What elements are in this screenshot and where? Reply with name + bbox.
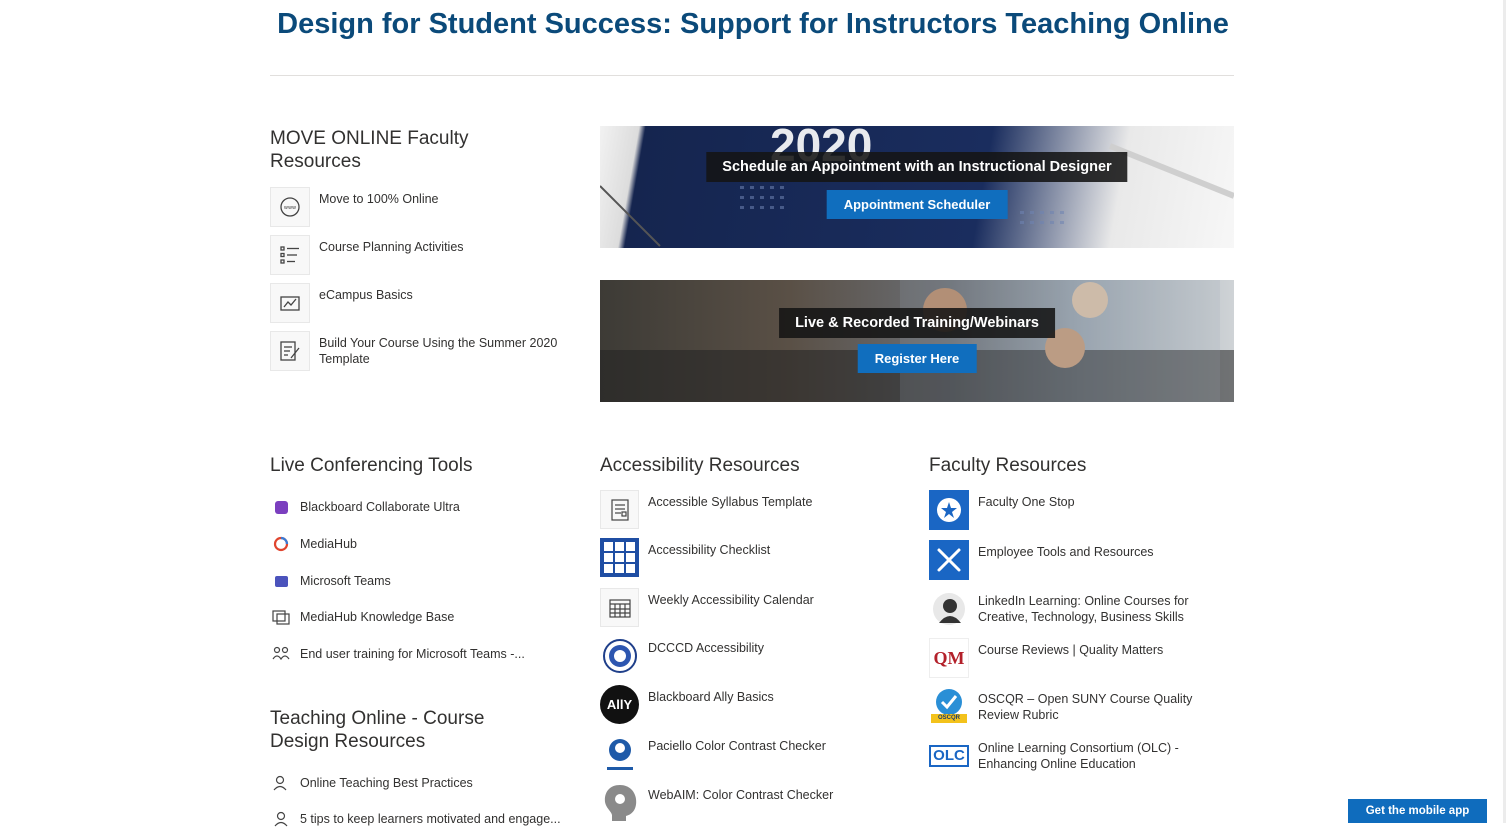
item-label: Move to 100% Online	[319, 192, 439, 206]
mediahub-icon	[272, 535, 290, 553]
page-title: Design for Student Success: Support for …	[277, 8, 1229, 40]
item-label: OSCQR – Open SUNY Course Quality Review …	[978, 692, 1193, 722]
banner-caption: Schedule an Appointment with an Instruct…	[706, 152, 1128, 182]
move-online-item[interactable]: Build Your Course Using the Summer 2020 …	[270, 331, 569, 371]
ally-logo-icon: AllY	[600, 685, 639, 724]
item-label: Build Your Course Using the Summer 2020 …	[319, 336, 558, 366]
accessibility-item[interactable]: Weekly Accessibility Calendar	[600, 588, 814, 627]
link-label: Microsoft Teams	[300, 574, 391, 588]
banner-caption: Live & Recorded Training/Webinars	[779, 308, 1055, 338]
move-online-item[interactable]: eCampus Basics	[270, 283, 413, 323]
item-label: WebAIM: Color Contrast Checker	[648, 788, 834, 802]
faculty-title: Faculty Resources	[929, 455, 1087, 476]
oscqr-logo-icon: OSCQR	[929, 687, 969, 727]
image-gallery-icon	[272, 608, 290, 626]
link-label: MediaHub Knowledge Base	[300, 610, 455, 624]
live-tools-title: Live Conferencing Tools	[270, 455, 473, 476]
tools-icon	[929, 540, 969, 580]
accessibility-item[interactable]: WebAIM: Color Contrast Checker	[600, 783, 833, 822]
appointment-banner[interactable]: 2020 Schedule an Appointment with an Ins…	[600, 126, 1234, 248]
item-label: Paciello Color Contrast Checker	[648, 739, 826, 753]
register-here-button[interactable]: Register Here	[857, 344, 977, 373]
teaching-link[interactable]: Online Teaching Best Practices	[272, 774, 473, 792]
oscqr-logo-text: OSCQR	[937, 715, 960, 721]
item-label: Course Reviews | Quality Matters	[978, 643, 1164, 657]
webaim-logo-icon	[600, 783, 639, 822]
move-online-title: MOVE ONLINE Faculty Resources	[270, 128, 469, 172]
item-label: LinkedIn Learning: Online Courses for Cr…	[978, 594, 1189, 624]
move-online-item[interactable]: www Move to 100% Online	[270, 187, 439, 227]
item-label: Weekly Accessibility Calendar	[648, 593, 814, 607]
person-outline-icon	[272, 810, 290, 828]
item-label: Employee Tools and Resources	[978, 545, 1154, 559]
item-label: Blackboard Ally Basics	[648, 690, 774, 704]
item-label: eCampus Basics	[319, 288, 413, 302]
appointment-scheduler-button[interactable]: Appointment Scheduler	[826, 190, 1008, 219]
faculty-item[interactable]: LinkedIn Learning: Online Courses for Cr…	[929, 589, 1208, 629]
people-icon	[272, 645, 290, 663]
faculty-item[interactable]: OSCQR OSCQR – Open SUNY Course Quality R…	[929, 687, 1208, 727]
accessibility-item[interactable]: Accessibility Checklist	[600, 538, 770, 577]
item-label: Course Planning Activities	[319, 240, 464, 254]
accessibility-item[interactable]: Accessible Syllabus Template	[600, 490, 812, 529]
qm-logo-icon: QM	[929, 638, 969, 678]
linkedin-learning-icon	[929, 589, 969, 629]
live-tool-link[interactable]: End user training for Microsoft Teams -.…	[272, 645, 525, 663]
item-label: Faculty One Stop	[978, 495, 1075, 509]
item-label: Accessible Syllabus Template	[648, 495, 813, 509]
svg-text:www: www	[284, 205, 296, 211]
accessibility-title: Accessibility Resources	[600, 455, 800, 476]
live-tool-link[interactable]: MediaHub	[272, 535, 357, 553]
person-icon	[272, 774, 290, 792]
faculty-item[interactable]: Faculty One Stop	[929, 490, 1075, 530]
link-label: 5 tips to keep learners motivated and en…	[300, 812, 561, 826]
live-tool-link[interactable]: Blackboard Collaborate Ultra	[272, 498, 460, 516]
collaborate-icon	[272, 498, 290, 516]
globe-icon: www	[270, 187, 310, 227]
teaching-link[interactable]: 5 tips to keep learners motivated and en…	[272, 810, 561, 828]
video-call-background-image	[600, 280, 1234, 402]
teams-icon	[272, 572, 290, 590]
seal-icon	[600, 636, 639, 675]
link-label: End user training for Microsoft Teams -.…	[300, 647, 525, 661]
olc-logo-text: OLC	[929, 745, 969, 767]
chart-icon	[270, 283, 310, 323]
list-icon	[270, 235, 310, 275]
accessibility-grid-icon	[600, 538, 639, 577]
link-label: Blackboard Collaborate Ultra	[300, 500, 460, 514]
item-label: Online Learning Consortium (OLC) - Enhan…	[978, 741, 1179, 771]
accessibility-item[interactable]: Paciello Color Contrast Checker	[600, 734, 826, 773]
item-label: DCCCD Accessibility	[648, 641, 764, 655]
link-label: MediaHub	[300, 537, 357, 551]
training-banner[interactable]: Live & Recorded Training/Webinars Regist…	[600, 280, 1234, 402]
calendar-background-image	[600, 143, 1234, 247]
divider	[270, 75, 1234, 76]
star-badge-icon	[929, 490, 969, 530]
olc-logo-icon: OLC	[929, 736, 969, 776]
teaching-title: Teaching Online - Course Design Resource…	[270, 708, 485, 752]
paciello-logo-icon	[600, 734, 639, 773]
calendar-icon	[600, 588, 639, 627]
live-tool-link[interactable]: MediaHub Knowledge Base	[272, 608, 454, 626]
faculty-item[interactable]: Employee Tools and Resources	[929, 540, 1154, 580]
document-icon	[600, 490, 639, 529]
link-label: Online Teaching Best Practices	[300, 776, 473, 790]
accessibility-item[interactable]: AllY Blackboard Ally Basics	[600, 685, 774, 724]
faculty-item[interactable]: OLC Online Learning Consortium (OLC) - E…	[929, 736, 1208, 776]
item-label: Accessibility Checklist	[648, 543, 771, 557]
get-mobile-app-button[interactable]: Get the mobile app	[1348, 799, 1487, 823]
move-online-item[interactable]: Course Planning Activities	[270, 235, 464, 275]
edit-form-icon	[270, 331, 310, 371]
accessibility-item[interactable]: DCCCD Accessibility	[600, 636, 764, 675]
live-tool-link[interactable]: Microsoft Teams	[272, 572, 391, 590]
faculty-item[interactable]: QM Course Reviews | Quality Matters	[929, 638, 1163, 678]
